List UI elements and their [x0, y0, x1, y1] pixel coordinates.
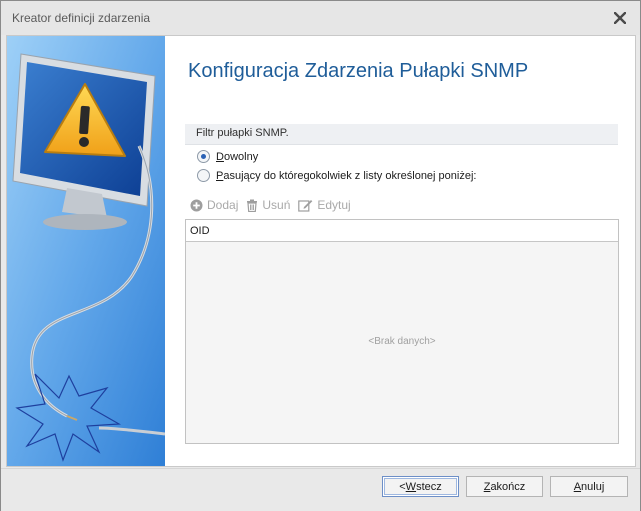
title-bar[interactable]: Kreator definicji zdarzenia — [1, 1, 640, 35]
finish-button[interactable]: Zakończ — [466, 476, 543, 497]
wizard-window: Kreator definicji zdarzenia Konfiguracja… — [0, 0, 641, 511]
radio-any-label: Dowolny — [216, 150, 259, 163]
add-label: Dodaj — [207, 198, 239, 212]
back-button[interactable]: < Wstecz — [382, 476, 459, 497]
content-pane: Konfiguracja Zdarzenia Pułapki SNMP Filt… — [165, 36, 635, 466]
cancel-button[interactable]: Anuluj — [550, 476, 628, 497]
oid-grid[interactable]: OID <Brak danych> — [185, 219, 619, 444]
column-oid[interactable]: OID — [186, 220, 618, 237]
page-title: Konfiguracja Zdarzenia Pułapki SNMP — [188, 60, 529, 82]
remove-button[interactable]: Usuń — [246, 198, 290, 212]
radio-matching-label: Pasujący do któregokolwiek z listy okreś… — [216, 169, 477, 182]
side-illustration — [7, 36, 166, 466]
close-icon — [614, 12, 626, 24]
plus-circle-icon — [190, 199, 203, 211]
trash-icon — [247, 199, 258, 212]
monitor-warning-illustration — [7, 36, 166, 466]
grid-header: OID — [186, 220, 618, 242]
edit-button[interactable]: Edytuj — [298, 198, 351, 212]
radio-dot — [197, 169, 210, 182]
radio-matching-list[interactable]: Pasujący do któregokolwiek z listy okreś… — [197, 169, 476, 182]
close-button[interactable] — [610, 8, 630, 28]
edit-label: Edytuj — [317, 198, 351, 212]
remove-label: Usuń — [262, 198, 291, 212]
radio-dot — [197, 150, 210, 163]
radio-any[interactable]: Dowolny — [197, 150, 258, 163]
window-title: Kreator definicji zdarzenia — [12, 11, 151, 25]
filter-label: Filtr pułapki SNMP. — [196, 127, 289, 139]
wizard-body: Konfiguracja Zdarzenia Pułapki SNMP Filt… — [6, 35, 636, 467]
edit-icon — [298, 199, 313, 212]
add-button[interactable]: Dodaj — [190, 198, 238, 212]
wizard-footer: < Wstecz Zakończ Anuluj — [1, 468, 640, 511]
empty-grid-text: <Brak danych> — [368, 336, 436, 347]
filter-group-header: Filtr pułapki SNMP. — [185, 124, 618, 145]
grid-toolbar: Dodaj Usuń Edytuj — [190, 196, 359, 214]
